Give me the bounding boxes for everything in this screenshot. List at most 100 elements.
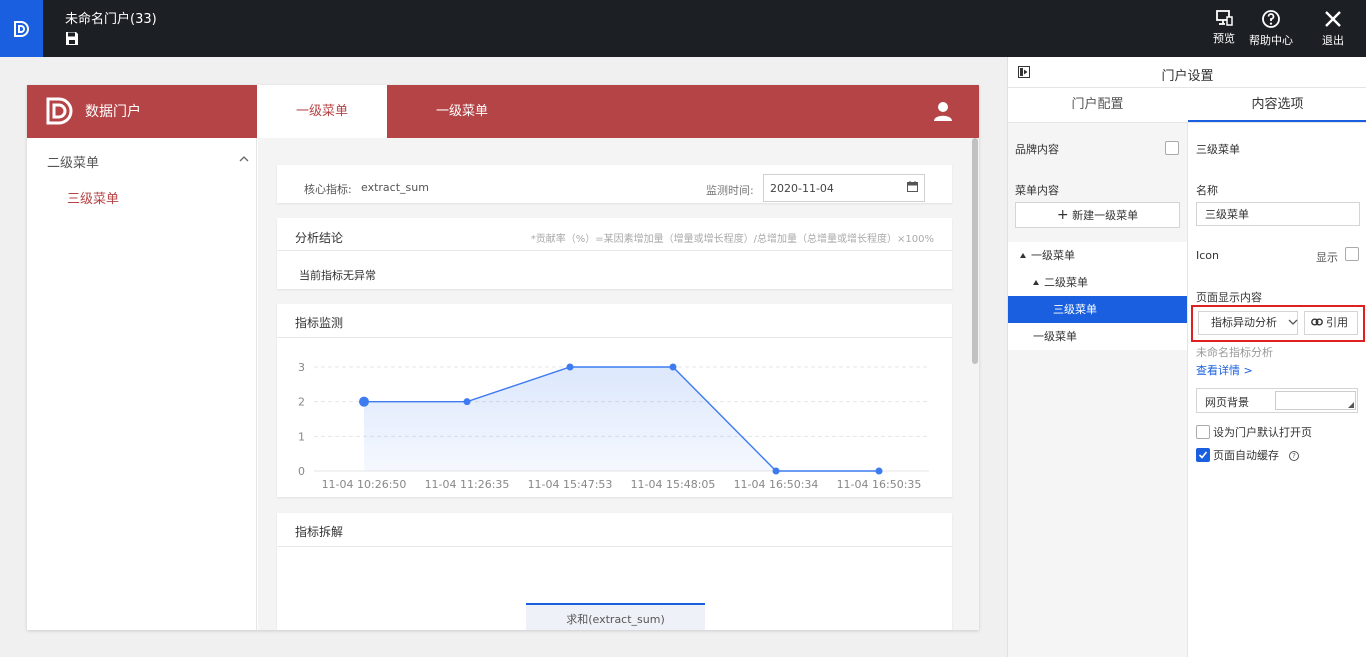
- reference-button[interactable]: 引用: [1304, 311, 1358, 335]
- default-open-label: 设为门户默认打开页: [1213, 426, 1312, 439]
- portal-tab-2[interactable]: 一级菜单: [407, 85, 517, 138]
- core-metric-label: 核心指标:: [304, 183, 352, 196]
- monitor-card: 指标监测 0 1 2 3 11-04 10:26:50 11-04 11:26:35 11-…: [277, 304, 952, 497]
- help-center-label: 帮助中心: [1249, 34, 1293, 47]
- default-open-checkbox[interactable]: [1196, 425, 1210, 439]
- page-content-label: 页面显示内容: [1196, 291, 1262, 304]
- portal-brand[interactable]: 数据门户: [45, 96, 141, 126]
- page-background-label: 网页背景: [1205, 396, 1249, 409]
- app-logo[interactable]: [0, 0, 43, 57]
- tree-item-label: 三级菜单: [1053, 303, 1097, 316]
- data-point: [772, 467, 780, 475]
- portal-logo-icon: [46, 97, 73, 125]
- icon-label: Icon: [1196, 249, 1219, 262]
- menu-content-label: 菜单内容: [1015, 184, 1059, 197]
- portal-title: 未命名门户(33): [65, 12, 157, 27]
- view-details-link[interactable]: 查看详情 >: [1196, 362, 1253, 378]
- analysis-title: 分析结论: [295, 231, 344, 245]
- preview-button[interactable]: 预览: [1213, 9, 1235, 46]
- monitor-chart: 0 1 2 3 11-04 10:26:50 11-04 11:26:35 11-04 15…: [298, 361, 929, 490]
- logo-icon: [13, 20, 29, 37]
- y-tick-label: 2: [298, 396, 305, 409]
- data-point: [463, 398, 471, 406]
- table-header-sum[interactable]: 求和(extract_sum): [526, 603, 705, 630]
- x-tick-label: 11-04 15:47:53: [528, 478, 613, 490]
- default-open-option[interactable]: 设为门户默认打开页: [1196, 424, 1312, 440]
- unnamed-analysis-text: 未命名指标分析: [1196, 346, 1273, 359]
- show-label: 显示: [1316, 251, 1338, 264]
- tab-portal-config[interactable]: 门户配置: [1008, 88, 1187, 122]
- x-tick-label: 11-04 16:50:35: [837, 478, 922, 490]
- x-tick-label: 11-04 15:48:05: [631, 478, 716, 490]
- monitor-time-label: 监测时间:: [706, 184, 754, 197]
- preview-icon: [1216, 10, 1233, 26]
- x-tick-label: 11-04 11:26:35: [425, 478, 510, 490]
- background-color-picker[interactable]: [1275, 391, 1356, 410]
- brand-content-label: 品牌内容: [1015, 143, 1059, 156]
- expanded-caret-icon[interactable]: [1033, 279, 1039, 285]
- portal-sidebar: 二级菜单 三级菜单: [27, 138, 257, 630]
- link-icon: [1311, 318, 1323, 326]
- exit-button[interactable]: 退出: [1322, 9, 1344, 48]
- question-icon[interactable]: ?: [1289, 451, 1299, 461]
- plus-icon: +: [1056, 207, 1069, 223]
- tree-item-level3[interactable]: 三级菜单: [1008, 296, 1187, 323]
- top-bar: 未命名门户(33) 预览 帮助中心 退出: [0, 0, 1366, 57]
- monitor-date-input[interactable]: [763, 174, 925, 202]
- settings-title: 门户设置: [1161, 69, 1214, 84]
- monitor-title: 指标监测: [295, 316, 344, 330]
- tab-content-options[interactable]: 内容选项: [1188, 88, 1366, 122]
- new-menu-button[interactable]: + 新建一级菜单: [1015, 202, 1180, 228]
- chevron-up-icon[interactable]: [239, 155, 249, 162]
- show-icon-checkbox[interactable]: [1345, 247, 1359, 261]
- portal-settings-panel: 门户设置 门户配置 内容选项 品牌内容 菜单内容 + 新建一级菜单 一级菜单 二…: [1007, 57, 1366, 657]
- y-tick-label: 0: [298, 465, 305, 478]
- content-type-select[interactable]: 指标异动分析: [1198, 311, 1298, 335]
- help-center-button[interactable]: 帮助中心: [1249, 9, 1293, 48]
- tree-item-label: 二级菜单: [1044, 276, 1088, 289]
- tree-item-level2[interactable]: 二级菜单: [1008, 269, 1187, 296]
- data-point: [359, 396, 369, 407]
- divider: [277, 250, 952, 251]
- brand-content-checkbox[interactable]: [1165, 141, 1179, 155]
- portal-preview: 数据门户 一级菜单 一级菜单 二级菜单 三级菜单 核心指标: extract_s…: [27, 85, 979, 630]
- name-input[interactable]: [1196, 202, 1360, 226]
- content-type-value: 指标异动分析: [1211, 316, 1277, 329]
- settings-header: 门户设置: [1008, 57, 1366, 88]
- filter-card: 核心指标: extract_sum 监测时间:: [277, 165, 952, 203]
- series-area: [364, 367, 879, 471]
- autosave-checkbox[interactable]: [1196, 448, 1210, 462]
- expanded-caret-icon[interactable]: [1020, 252, 1026, 258]
- y-tick-label: 3: [298, 361, 305, 374]
- core-metric-value: extract_sum: [361, 181, 429, 194]
- page-background-field: 网页背景: [1196, 388, 1358, 413]
- sidebar-item-level2[interactable]: 二级菜单: [47, 152, 99, 171]
- user-icon[interactable]: [933, 101, 953, 121]
- preview-scrollbar[interactable]: [971, 138, 979, 630]
- preview-label: 预览: [1213, 32, 1235, 45]
- tree-item-level1[interactable]: 一级菜单: [1008, 242, 1187, 269]
- portal-brand-name: 数据门户: [85, 104, 141, 120]
- autosave-option[interactable]: 页面自动缓存?: [1196, 447, 1299, 463]
- data-point: [669, 363, 677, 371]
- tree-item-level1[interactable]: 一级菜单: [1008, 323, 1187, 350]
- data-point: [875, 467, 883, 475]
- divider: [277, 337, 952, 338]
- tree-item-label: 一级菜单: [1033, 330, 1077, 343]
- sidebar-item-level3[interactable]: 三级菜单: [67, 188, 119, 207]
- tree-item-label: 一级菜单: [1031, 249, 1075, 262]
- new-menu-label: 新建一级菜单: [1072, 209, 1139, 222]
- calendar-icon[interactable]: [907, 181, 918, 192]
- data-point: [566, 363, 574, 371]
- name-label: 名称: [1196, 184, 1218, 197]
- save-icon[interactable]: [65, 31, 79, 46]
- menu-tree: 一级菜单 二级菜单 三级菜单 一级菜单: [1008, 242, 1187, 350]
- divider: [277, 546, 952, 547]
- analysis-result: 当前指标无异常: [299, 269, 376, 282]
- y-tick-label: 1: [298, 430, 305, 443]
- picker-corner-icon: [1348, 402, 1354, 408]
- chevron-down-icon: [1288, 319, 1298, 325]
- scrollbar-thumb[interactable]: [972, 138, 978, 364]
- help-icon: [1262, 10, 1280, 28]
- portal-tab-1[interactable]: 一级菜单: [257, 85, 387, 138]
